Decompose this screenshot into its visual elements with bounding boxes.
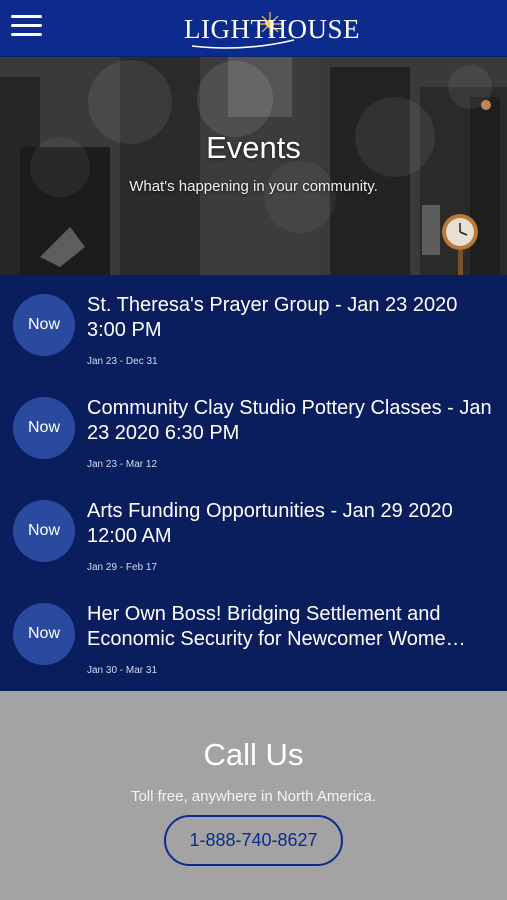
event-title: Community Clay Studio Pottery Classes - … (87, 397, 492, 444)
lighthouse-logo[interactable]: LIGHTHOUSE (184, 6, 359, 52)
events-list: Now St. Theresa's Prayer Group - Jan 23 … (0, 275, 507, 691)
event-dates: Jan 29 - Feb 17 (87, 562, 158, 573)
call-us-subtitle: Toll free, anywhere in North America. (130, 788, 377, 805)
event-title: Her Own Boss! Bridging Settlement and Ec… (87, 603, 466, 650)
hero-banner: Events What's happening in your communit… (0, 57, 507, 275)
event-dates: Jan 23 - Mar 12 (87, 459, 158, 470)
call-us-title: Call Us (203, 737, 304, 772)
call-us-section: Call Us Toll free, anywhere in North Ame… (0, 691, 507, 900)
event-item[interactable]: Now Arts Funding Opportunities - Jan 29 … (0, 481, 507, 584)
now-badge: Now (13, 397, 75, 459)
top-app-bar: LIGHTHOUSE (0, 0, 507, 57)
event-dates: Jan 30 - Mar 31 (87, 665, 158, 676)
logo-text: LIGHTHOUSE (184, 14, 360, 44)
now-badge: Now (13, 294, 75, 356)
event-title: St. Theresa's Prayer Group - Jan 23 2020… (87, 294, 458, 341)
now-badge: Now (13, 500, 75, 562)
city-rain-background-image (0, 57, 507, 275)
page-title: Events (206, 130, 301, 165)
phone-call-button[interactable]: 1-888-740-8627 (164, 815, 343, 866)
page-subtitle: What's happening in your community. (129, 178, 378, 195)
now-badge: Now (13, 603, 75, 665)
event-dates: Jan 23 - Dec 31 (87, 356, 158, 367)
event-item[interactable]: Now Community Clay Studio Pottery Classe… (0, 378, 507, 481)
hamburger-menu-icon[interactable] (11, 13, 43, 39)
event-item[interactable]: Now Her Own Boss! Bridging Settlement an… (0, 584, 507, 687)
event-item[interactable]: Now St. Theresa's Prayer Group - Jan 23 … (0, 275, 507, 378)
event-title: Arts Funding Opportunities - Jan 29 2020… (87, 500, 453, 547)
